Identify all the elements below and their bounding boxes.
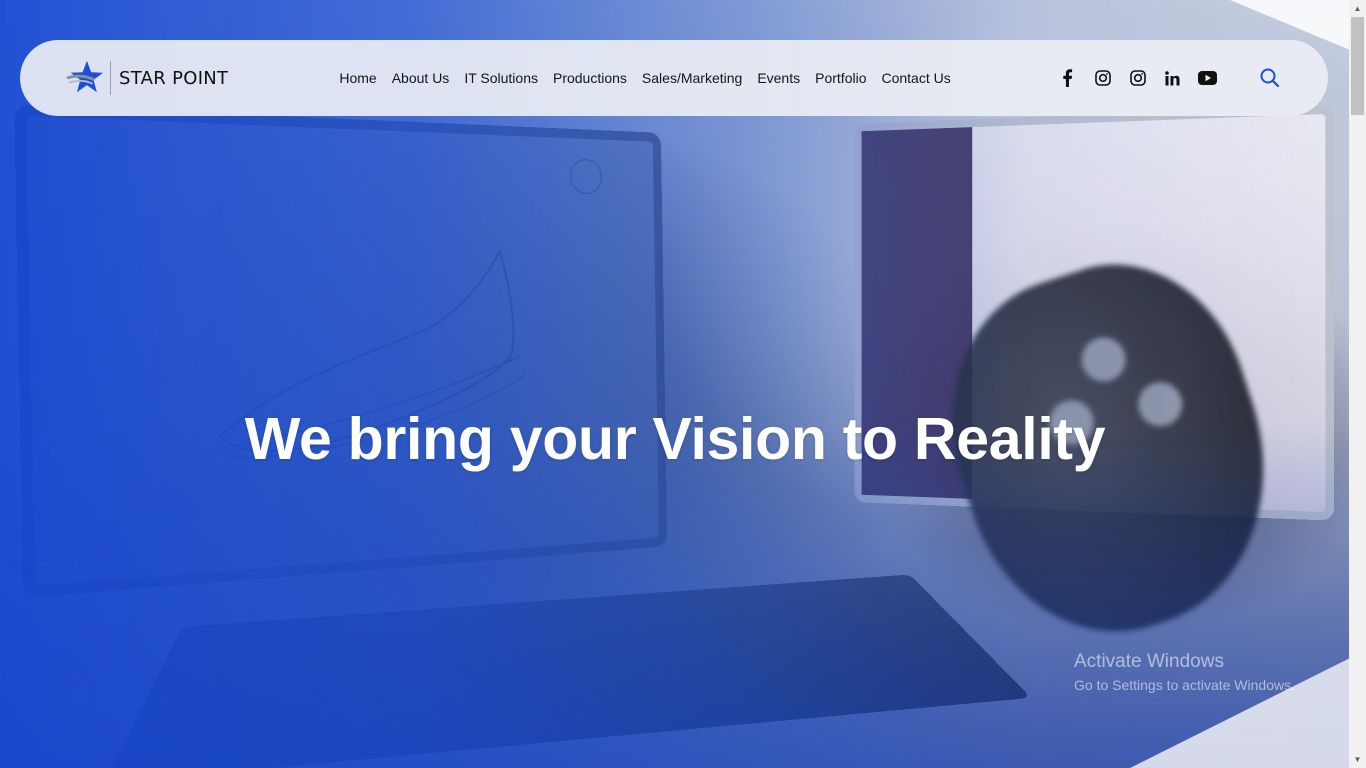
scrollbar-thumb[interactable] — [1351, 17, 1364, 115]
page: STAR POINT Home About Us IT Solutions Pr… — [0, 0, 1366, 768]
search-icon[interactable] — [1259, 67, 1281, 89]
nav-item-sales-marketing[interactable]: Sales/Marketing — [642, 70, 742, 86]
social-links — [1058, 68, 1233, 88]
linkedin-icon[interactable] — [1163, 68, 1183, 88]
instagram-icon[interactable] — [1128, 68, 1148, 88]
site-header: STAR POINT Home About Us IT Solutions Pr… — [20, 40, 1328, 116]
nav-item-contact-us[interactable]: Contact Us — [881, 70, 950, 86]
nav-item-home[interactable]: Home — [339, 70, 376, 86]
nav-item-about-us[interactable]: About Us — [392, 70, 450, 86]
watermark-subtitle: Go to Settings to activate Windows. — [1074, 677, 1295, 693]
windows-activation-watermark: Activate Windows Go to Settings to activ… — [1074, 651, 1295, 693]
scroll-up-arrow-icon[interactable]: ▲ — [1349, 0, 1366, 17]
scroll-down-arrow-icon[interactable]: ▼ — [1349, 751, 1366, 768]
instagram-icon[interactable] — [1093, 68, 1113, 88]
vertical-scrollbar[interactable]: ▲ ▼ — [1349, 0, 1366, 768]
brand-logo[interactable]: STAR POINT — [66, 58, 228, 98]
star-logo-icon — [66, 60, 104, 93]
hero-headline: We bring your Vision to Reality — [244, 406, 1106, 472]
brand-name: STAR POINT — [119, 67, 229, 89]
nav-item-it-solutions[interactable]: IT Solutions — [464, 70, 538, 86]
youtube-icon[interactable] — [1198, 68, 1218, 88]
nav-item-events[interactable]: Events — [757, 70, 800, 86]
facebook-icon[interactable] — [1058, 68, 1078, 88]
nav-item-portfolio[interactable]: Portfolio — [815, 70, 866, 86]
main-nav: Home About Us IT Solutions Productions S… — [339, 70, 965, 86]
logo-divider — [110, 61, 111, 95]
watermark-title: Activate Windows — [1074, 651, 1224, 672]
nav-item-productions[interactable]: Productions — [553, 70, 627, 86]
